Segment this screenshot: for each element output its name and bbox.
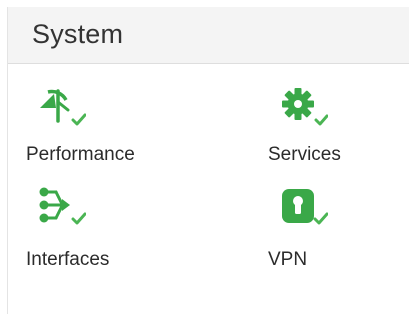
tile-label-services: Services bbox=[268, 144, 341, 165]
interfaces-tile[interactable]: Interfaces bbox=[26, 187, 176, 277]
services-tile[interactable]: Services bbox=[268, 88, 409, 178]
check-icon bbox=[314, 114, 328, 126]
check-icon bbox=[71, 113, 86, 126]
performance-tile[interactable]: Performance bbox=[26, 88, 176, 178]
tile-label-interfaces: Interfaces bbox=[26, 249, 110, 270]
panel-title: System bbox=[32, 19, 124, 49]
tile-label-performance: Performance bbox=[26, 144, 135, 165]
check-icon bbox=[71, 212, 86, 225]
check-icon bbox=[313, 212, 328, 225]
vpn-tile[interactable]: VPN bbox=[268, 187, 409, 277]
panel-header: System bbox=[8, 7, 409, 64]
network-branch-icon bbox=[38, 187, 86, 227]
gear-icon bbox=[280, 88, 328, 128]
tile-label-vpn: VPN bbox=[268, 249, 308, 270]
lock-icon bbox=[280, 187, 328, 227]
gauge-icon bbox=[38, 88, 86, 128]
